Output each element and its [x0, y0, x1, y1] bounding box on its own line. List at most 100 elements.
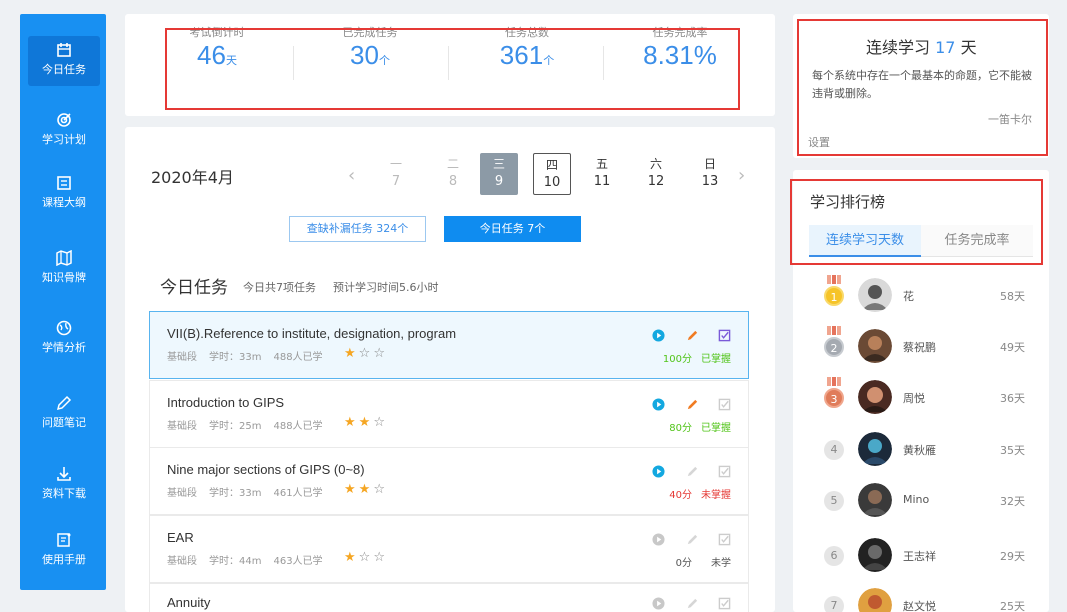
- play-icon[interactable]: [652, 465, 665, 478]
- play-icon[interactable]: [652, 533, 665, 546]
- calendar-day[interactable]: 一7: [377, 153, 415, 195]
- task-row[interactable]: EAR 基础段 学时：44m 463人已学 ★☆☆ 0分 未学: [149, 515, 749, 583]
- task-title: Annuity: [167, 595, 211, 610]
- motto-author: 一笛卡尔: [988, 113, 1032, 126]
- stat-value: 46: [197, 40, 226, 70]
- today-tasks-button[interactable]: 今日任务 7个: [444, 216, 581, 242]
- rank-days: 29天: [1000, 550, 1025, 563]
- nav-course-outline[interactable]: 课程大纲: [28, 169, 100, 219]
- task-stage: 基础段: [167, 421, 197, 432]
- task-stage: 基础段: [167, 352, 197, 363]
- day-number: 12: [647, 174, 665, 189]
- avatar: [858, 483, 892, 517]
- edit-icon[interactable]: [686, 329, 699, 342]
- ranking-row[interactable]: 1 花 58天: [820, 275, 1030, 315]
- ranking-row[interactable]: 4 黄秋雁 35天: [820, 429, 1030, 469]
- calendar-day-today[interactable]: 三9: [480, 153, 518, 195]
- edit-icon[interactable]: [686, 533, 699, 546]
- day-of-week: 二: [446, 157, 459, 171]
- divider: [448, 46, 449, 80]
- medal-ribbon-icon: [827, 275, 841, 284]
- tab-completion-rate[interactable]: 任务完成率: [921, 225, 1033, 257]
- task-row[interactable]: Introduction to GIPS 基础段 学时：25m 488人已学 ★★☆…: [149, 380, 749, 448]
- task-row[interactable]: VII(B).Reference to institute, designati…: [149, 311, 749, 379]
- calendar-day[interactable]: 二8: [434, 153, 472, 195]
- settings-link[interactable]: 设置: [808, 134, 830, 150]
- stat-label: 任务总数: [505, 26, 549, 39]
- streak-title: 连续学习 17 天: [866, 34, 977, 58]
- calendar-month: 2020年4月: [151, 168, 234, 187]
- star-filled-icon: ★: [358, 482, 374, 497]
- exercise-check-icon[interactable]: [718, 597, 731, 610]
- ranking-row[interactable]: 6 王志祥 29天: [820, 535, 1030, 575]
- stat-label: 考试倒计时: [189, 26, 245, 39]
- nav-label: 今日任务: [42, 63, 86, 76]
- nav-today-tasks[interactable]: 今日任务: [28, 36, 100, 86]
- task-score: 100分: [662, 354, 692, 365]
- edit-icon[interactable]: [686, 398, 699, 411]
- calendar-day[interactable]: 六 12: [637, 153, 675, 195]
- stat-unit: 个: [378, 54, 390, 67]
- stat-value: 30: [350, 40, 379, 70]
- star-filled-icon: ★: [344, 550, 359, 565]
- task-duration: 学时：33m: [209, 352, 262, 363]
- tab-streak-days[interactable]: 连续学习天数: [809, 225, 921, 257]
- nav-downloads[interactable]: 资料下载: [28, 460, 100, 510]
- stat-label: 任务完成率: [652, 26, 708, 39]
- ranking-row[interactable]: 7 赵文悦 25天: [820, 585, 1030, 612]
- avatar: [858, 380, 892, 414]
- calendar-icon: [57, 43, 71, 57]
- nav-label: 知识骨牌: [42, 271, 86, 284]
- rank-days: 36天: [1000, 392, 1025, 405]
- nav-label: 学习计划: [42, 133, 86, 146]
- play-icon[interactable]: [652, 329, 665, 342]
- task-learners: 461人已学: [273, 488, 323, 499]
- stat-unit: 天: [225, 54, 237, 67]
- exercise-check-icon[interactable]: [718, 329, 731, 342]
- nav-user-manual[interactable]: 使用手册: [28, 526, 100, 576]
- nav-learning-analysis[interactable]: 学情分析: [28, 314, 100, 364]
- task-row[interactable]: Nine major sections of GIPS (0~8) 基础段 学时：…: [149, 447, 749, 515]
- rank-badge: 6: [824, 546, 844, 566]
- task-title: Nine major sections of GIPS (0~8): [167, 462, 365, 477]
- rank-name: 花: [903, 290, 914, 303]
- task-row[interactable]: Annuity: [149, 583, 749, 612]
- day-number: 9: [494, 174, 504, 189]
- missing-tasks-button[interactable]: 查缺补漏任务 324个: [289, 216, 426, 242]
- play-icon[interactable]: [652, 398, 665, 411]
- target-icon: [57, 113, 71, 127]
- tasks-heading: 今日任务: [160, 278, 228, 298]
- stat-completed: 已完成任务 30个: [325, 24, 415, 71]
- nav-question-notes[interactable]: 问题笔记: [28, 389, 100, 439]
- task-stage: 基础段: [167, 556, 197, 567]
- calendar-prev-button[interactable]: ‹: [348, 165, 355, 186]
- ranking-row[interactable]: 5 Mino 32天: [820, 480, 1030, 520]
- calendar-next-button[interactable]: ›: [738, 165, 745, 186]
- ranking-row[interactable]: 3 周悦 36天: [820, 377, 1030, 417]
- motto-text: 每个系统中存在一个最基本的命题，它不能被违背或删除。: [812, 69, 1032, 100]
- calendar-day-selected[interactable]: 四 10: [533, 153, 571, 195]
- map-icon: [56, 250, 72, 266]
- stat-completion-rate: 任务完成率 8.31%: [630, 24, 730, 71]
- exercise-check-icon[interactable]: [718, 533, 731, 546]
- edit-icon[interactable]: [686, 465, 699, 478]
- task-score: 40分: [669, 490, 692, 501]
- nav-study-plan[interactable]: 学习计划: [28, 106, 100, 156]
- star-rating: ★☆☆: [344, 346, 388, 361]
- nav-knowledge-map[interactable]: 知识骨牌: [28, 244, 100, 294]
- stat-total: 任务总数 361个: [482, 24, 572, 71]
- task-duration: 学时：33m: [209, 488, 262, 499]
- exercise-check-icon[interactable]: [718, 398, 731, 411]
- rank-days: 25天: [1000, 600, 1025, 612]
- exercise-check-icon[interactable]: [718, 465, 731, 478]
- rank-name: 赵文悦: [903, 600, 936, 612]
- edit-icon[interactable]: [686, 597, 699, 610]
- calendar-day[interactable]: 五 11: [583, 153, 621, 195]
- star-rating: ★☆☆: [344, 550, 388, 565]
- pencil-icon: [56, 395, 72, 411]
- play-icon[interactable]: [652, 597, 665, 610]
- ranking-row[interactable]: 2 蔡祝鹏 49天: [820, 326, 1030, 366]
- star-rating: ★★☆: [344, 415, 388, 430]
- streak-prefix: 连续学习: [866, 38, 931, 57]
- calendar-day[interactable]: 日 13: [691, 153, 729, 195]
